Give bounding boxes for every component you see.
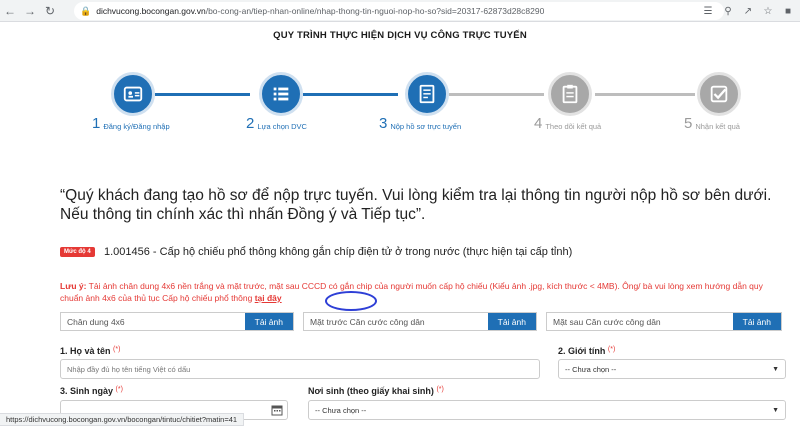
upload-portrait: Chân dung 4x6 Tải ảnh bbox=[60, 312, 294, 331]
step-2-choose-service bbox=[259, 72, 303, 116]
list-icon bbox=[273, 87, 289, 101]
level-badge: Mức độ 4 bbox=[60, 247, 95, 257]
step-4-track bbox=[548, 72, 592, 116]
upload-note: Lưu ý: Tải ảnh chân dung 4x6 nền trắng v… bbox=[60, 280, 780, 304]
step-2-label: 2 Lựa chọn DVC bbox=[246, 115, 307, 132]
highlight-circle bbox=[325, 291, 377, 311]
name-input[interactable]: Nhập đầy đủ họ tên tiếng Việt có dấu bbox=[60, 359, 540, 379]
upload-id-back-button[interactable]: Tải ảnh bbox=[732, 313, 781, 330]
bookmark-star-icon[interactable]: ☆ bbox=[760, 3, 776, 19]
name-label: 1. Họ và tên (*) bbox=[60, 346, 121, 356]
address-bar[interactable]: 🔒 dichvucong.bocongan.gov.vn/bo-cong-an/… bbox=[74, 2, 724, 20]
step-5-label: 5 Nhận kết quả bbox=[684, 115, 740, 132]
guide-link[interactable]: tại đây bbox=[255, 293, 282, 303]
url-host: dichvucong.bocongan.gov.vn bbox=[96, 6, 206, 16]
note-prefix: Lưu ý: bbox=[60, 281, 87, 291]
browser-toolbar: ← → ↻ 🔒 dichvucong.bocongan.gov.vn/bo-co… bbox=[0, 0, 800, 22]
url-path: /bo-cong-an/tiep-nhan-online/nhap-thong-… bbox=[205, 6, 545, 16]
step-3-label: 3 Nộp hồ sơ trực tuyến bbox=[379, 115, 462, 132]
step-1-login bbox=[111, 72, 155, 116]
pob-selected-value: -- Chưa chọn -- bbox=[315, 405, 367, 415]
note-text: Tải ảnh chân dung 4x6 nền trắng và mặt t… bbox=[60, 281, 763, 303]
gender-label: 2. Giới tính (*) bbox=[558, 346, 616, 356]
upload-id-back-placeholder: Mặt sau Căn cước công dân bbox=[553, 316, 661, 327]
gender-selected-value: -- Chưa chọn -- bbox=[565, 364, 617, 374]
step-connector-1 bbox=[155, 93, 250, 96]
upload-id-front-button[interactable]: Tải ảnh bbox=[487, 313, 536, 330]
pob-label: Nơi sinh (theo giấy khai sinh) (*) bbox=[308, 386, 444, 396]
check-box-icon bbox=[710, 85, 728, 103]
clipboard-icon bbox=[562, 84, 578, 104]
upload-portrait-button[interactable]: Tải ảnh bbox=[244, 313, 293, 330]
step-3-submit bbox=[405, 72, 449, 116]
chevron-down-icon: ▼ bbox=[772, 365, 779, 373]
service-name: 1.001456 - Cấp hộ chiếu phổ thông không … bbox=[104, 246, 573, 258]
extensions-icon[interactable]: ■ bbox=[780, 3, 796, 19]
upload-id-front-placeholder: Mặt trước Căn cước công dân bbox=[310, 316, 425, 327]
share-icon[interactable]: ↗ bbox=[740, 3, 756, 19]
forward-arrow-icon[interactable]: → bbox=[20, 0, 40, 22]
calendar-icon[interactable] bbox=[271, 404, 283, 416]
upload-portrait-placeholder: Chân dung 4x6 bbox=[67, 316, 125, 327]
step-connector-4 bbox=[595, 93, 695, 96]
upload-id-front: Mặt trước Căn cước công dân Tải ảnh bbox=[303, 312, 537, 331]
process-title: QUY TRÌNH THỰC HIỆN DỊCH VỤ CÔNG TRỰC TU… bbox=[273, 30, 527, 41]
step-connector-3 bbox=[449, 93, 544, 96]
step-connector-2 bbox=[303, 93, 398, 96]
step-4-label: 4 Theo dõi kết quả bbox=[534, 115, 602, 132]
document-form-icon bbox=[419, 84, 435, 104]
lock-icon: 🔒 bbox=[80, 5, 92, 16]
pob-select[interactable]: -- Chưa chọn -- ▼ bbox=[308, 400, 786, 420]
step-1-label: 1 Đăng ký/Đăng nhập bbox=[92, 115, 170, 132]
zoom-icon[interactable]: ⚲ bbox=[720, 3, 736, 19]
reload-icon[interactable]: ↻ bbox=[40, 0, 60, 22]
dob-label: 3. Sinh ngày (*) bbox=[60, 386, 123, 396]
chevron-down-icon: ▼ bbox=[772, 406, 779, 414]
upload-id-back: Mặt sau Căn cước công dân Tải ảnh bbox=[546, 312, 782, 331]
translate-icon[interactable]: ☰ bbox=[700, 3, 716, 19]
back-arrow-icon[interactable]: ← bbox=[0, 0, 20, 22]
notice-text: “Quý khách đang tạo hồ sơ để nộp trực tu… bbox=[60, 187, 772, 223]
status-bar-url: https://dichvucong.bocongan.gov.vn/bocon… bbox=[0, 413, 245, 426]
gender-select[interactable]: -- Chưa chọn -- ▼ bbox=[558, 359, 786, 379]
id-card-icon bbox=[123, 86, 143, 102]
step-5-receive bbox=[697, 72, 741, 116]
